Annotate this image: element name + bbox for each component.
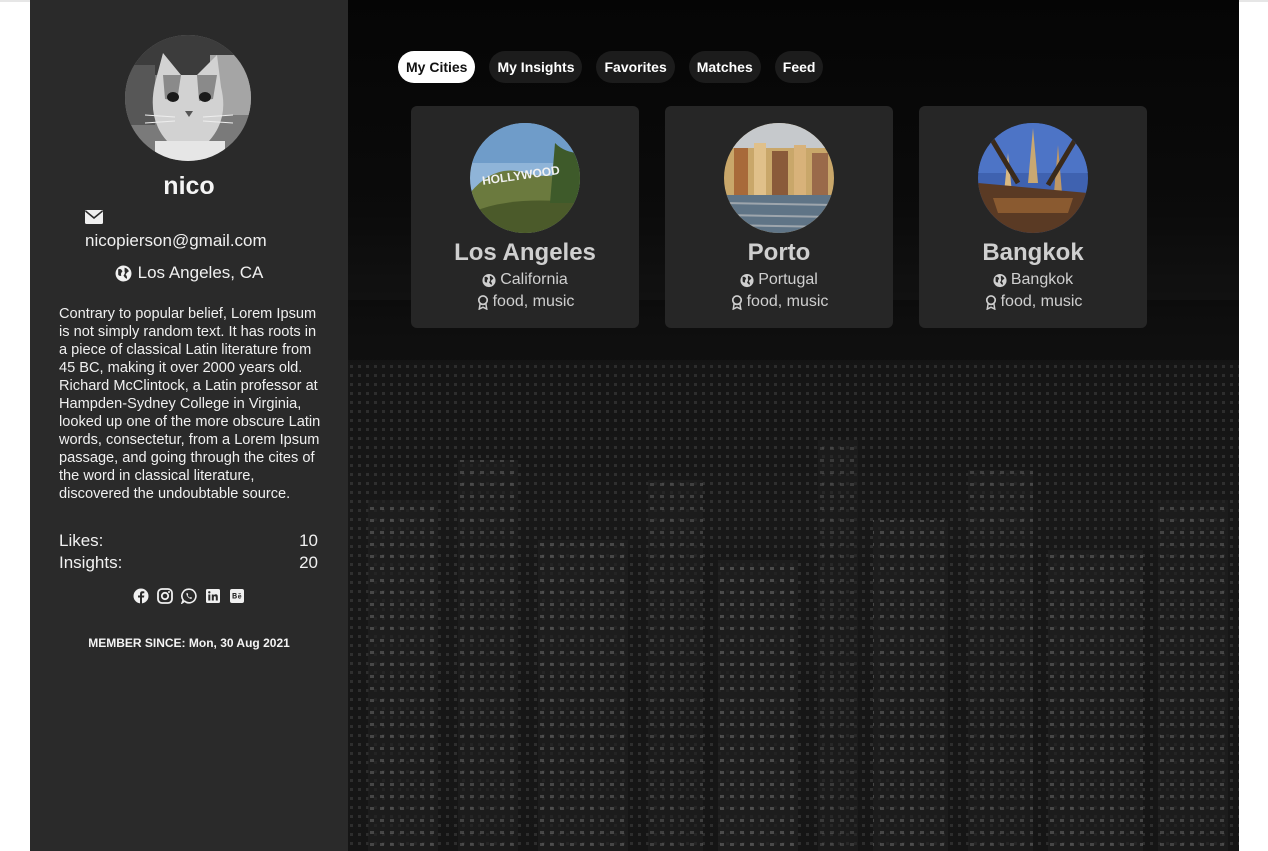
city-region-text: Bangkok — [1010, 271, 1074, 288]
city-card-bangkok[interactable]: Bangkok Bangkok food, music — [919, 106, 1147, 328]
globe-icon — [993, 273, 1007, 287]
bio-text: Contrary to popular belief, Lorem Ipsum … — [59, 306, 321, 502]
cat-photo — [125, 35, 251, 161]
location: Los Angeles, CA — [30, 263, 348, 283]
city-region: Portugal — [665, 271, 893, 289]
tab-matches[interactable]: Matches — [688, 51, 761, 83]
app: nico nicopierson@gmail.com Los Angeles, … — [30, 0, 1239, 851]
social-links — [30, 588, 348, 604]
city-region-text: California — [500, 271, 568, 288]
tab-my-cities[interactable]: My Cities — [398, 51, 476, 83]
city-region: California — [411, 271, 639, 289]
envelope-icon — [85, 210, 103, 224]
location-text: Los Angeles, CA — [137, 263, 264, 282]
globe-icon — [740, 273, 754, 287]
insights-value: 20 — [299, 553, 318, 572]
tab-feed[interactable]: Feed — [774, 51, 824, 83]
porto-photo — [724, 123, 834, 233]
main-content: My Cities My Insights Favorites Matches … — [348, 0, 1239, 851]
city-image: HOLLYWOOD — [470, 123, 580, 233]
award-icon — [477, 294, 488, 310]
city-image — [978, 123, 1088, 233]
city-tags-text: food, music — [746, 293, 829, 310]
city-name: Porto — [747, 239, 811, 266]
city-skyline-background — [348, 300, 1239, 851]
behance-icon[interactable] — [229, 588, 245, 604]
city-tags: food, music — [665, 293, 893, 311]
username: nico — [163, 172, 215, 200]
instagram-icon[interactable] — [157, 588, 173, 604]
insights-stat: Insights: 20 — [59, 553, 318, 573]
city-name: Los Angeles — [454, 239, 596, 266]
hollywood-photo: HOLLYWOOD — [470, 123, 580, 233]
tab-my-insights[interactable]: My Insights — [489, 51, 583, 83]
city-card-porto[interactable]: Porto Portugal food, music — [665, 106, 893, 328]
city-region: Bangkok — [919, 271, 1147, 289]
member-since: MEMBER SINCE: Mon, 30 Aug 2021 — [88, 636, 290, 650]
city-region-text: Portugal — [758, 271, 818, 288]
city-cards: HOLLYWOOD Los Angeles California food, m… — [411, 106, 1147, 328]
city-tags-text: food, music — [1000, 293, 1083, 310]
city-tags-text: food, music — [492, 293, 575, 310]
globe-icon — [115, 265, 132, 281]
insights-label: Insights: — [59, 553, 123, 572]
likes-label: Likes: — [59, 531, 104, 550]
globe-icon — [482, 273, 496, 287]
award-icon — [985, 294, 996, 310]
city-card-los-angeles[interactable]: HOLLYWOOD Los Angeles California food, m… — [411, 106, 639, 328]
facebook-icon[interactable] — [133, 588, 149, 604]
city-tags: food, music — [919, 293, 1147, 311]
profile-sidebar: nico nicopierson@gmail.com Los Angeles, … — [30, 0, 348, 851]
avatar — [125, 35, 251, 161]
likes-stat: Likes: 10 — [59, 531, 318, 551]
tab-favorites[interactable]: Favorites — [596, 51, 675, 83]
award-icon — [731, 294, 742, 310]
likes-value: 10 — [299, 531, 318, 550]
bangkok-photo — [978, 123, 1088, 233]
email-text: nicopierson@gmail.com — [85, 231, 267, 250]
city-image — [724, 123, 834, 233]
city-tags: food, music — [411, 293, 639, 311]
profile-tabs: My Cities My Insights Favorites Matches … — [398, 51, 824, 83]
linkedin-icon[interactable] — [205, 588, 221, 604]
city-name: Bangkok — [982, 239, 1084, 266]
whatsapp-icon[interactable] — [181, 588, 197, 604]
